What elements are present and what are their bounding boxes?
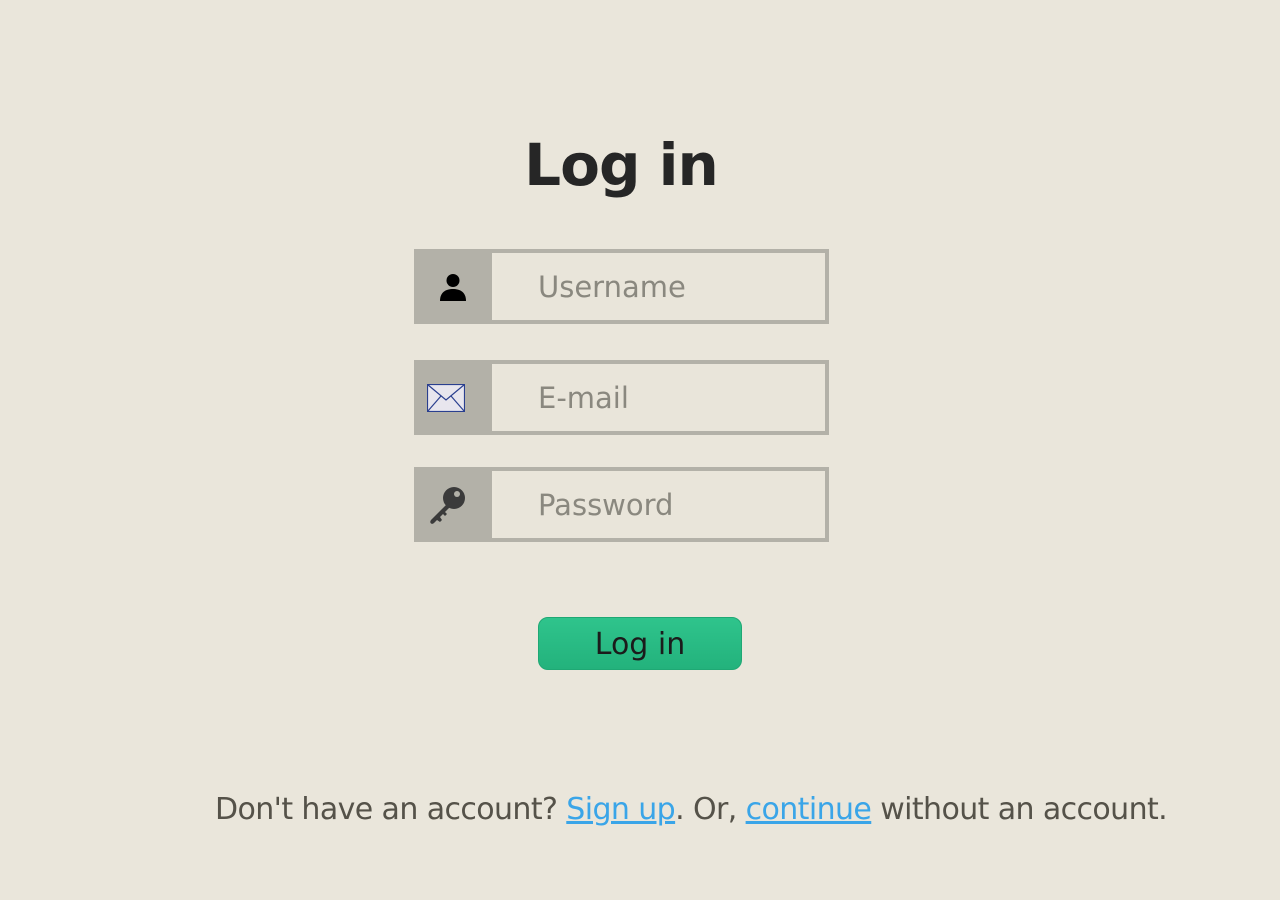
email-field-group <box>414 360 829 435</box>
page-title: Log in <box>524 130 719 199</box>
envelope-icon <box>414 360 492 435</box>
signup-prompt-middle: . Or, <box>675 792 746 827</box>
continue-link[interactable]: continue <box>746 792 872 827</box>
email-input[interactable] <box>495 364 825 431</box>
signup-link[interactable]: Sign up <box>566 792 675 827</box>
password-field-group <box>414 467 829 542</box>
password-input[interactable] <box>495 471 825 538</box>
login-button[interactable]: Log in <box>538 617 742 670</box>
key-icon <box>414 467 492 542</box>
person-icon <box>414 249 492 324</box>
username-field-group <box>414 249 829 324</box>
username-input[interactable] <box>495 253 825 320</box>
signup-prompt: Don't have an account? Sign up. Or, cont… <box>215 788 1168 832</box>
signup-prompt-suffix: without an account. <box>871 792 1168 827</box>
signup-prompt-prefix: Don't have an account? <box>215 792 567 827</box>
